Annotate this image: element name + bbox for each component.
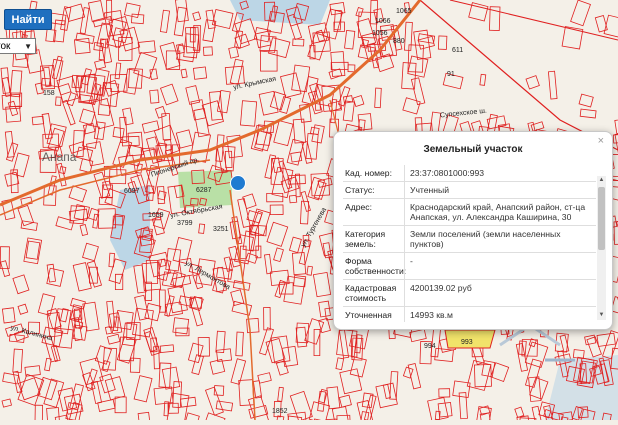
parcel-label: 3251 bbox=[213, 226, 229, 233]
parcel-label: 1065 bbox=[396, 8, 412, 15]
parcel-label: 1852 bbox=[272, 408, 288, 415]
info-value: - bbox=[404, 253, 596, 279]
town-label: Анапа bbox=[42, 150, 76, 164]
info-key: Категория земель: bbox=[343, 226, 404, 252]
parcel-info-popup: Земельный участок × Кад. номер: 23:37:08… bbox=[333, 131, 613, 330]
info-value: 14993 кв.м bbox=[404, 307, 596, 322]
parcel-label: 6097 bbox=[124, 188, 140, 195]
info-row-status: Статус: Учтенный bbox=[343, 182, 596, 199]
parcel-label: 880 bbox=[393, 38, 405, 45]
parcel-label: 1066 bbox=[375, 18, 391, 25]
info-row-land-category: Категория земель: Земли поселений (земли… bbox=[343, 226, 596, 253]
parcel-info-table: Кад. номер: 23:37:0801000:993 Статус: Уч… bbox=[343, 165, 596, 322]
info-key: Кадастровая стоимость bbox=[343, 280, 404, 306]
info-value: 23:37:0801000:993 bbox=[404, 165, 596, 181]
info-key: Форма собственности: bbox=[343, 253, 404, 279]
popup-title: Земельный участок bbox=[334, 144, 612, 155]
search-type-value: ток bbox=[0, 41, 10, 52]
info-row-cad-number: Кад. номер: 23:37:0801000:993 bbox=[343, 165, 596, 182]
popup-scrollbar[interactable]: ▲ ▼ bbox=[597, 176, 606, 320]
parcel-label: 994 bbox=[424, 343, 436, 350]
parcel-label: 1659 bbox=[148, 212, 164, 219]
info-key: Уточненная площадь: bbox=[343, 307, 404, 322]
scroll-down-icon[interactable]: ▼ bbox=[597, 311, 606, 320]
info-value: Земли поселений (земли населенных пункто… bbox=[404, 226, 596, 252]
scroll-up-icon[interactable]: ▲ bbox=[597, 176, 606, 185]
parcel-label: 611 bbox=[452, 47, 463, 54]
info-row-cadastral-value: Кадастровая стоимость 4200139.02 руб bbox=[343, 280, 596, 307]
close-icon[interactable]: × bbox=[598, 135, 604, 147]
info-key: Адрес: bbox=[343, 199, 404, 225]
parcel-label: 158 bbox=[43, 90, 55, 97]
parcel-label: 1056 bbox=[372, 30, 388, 37]
info-value: Краснодарский край, Анапский район, ст-ц… bbox=[404, 199, 596, 225]
search-type-select[interactable]: ток ▼ bbox=[0, 38, 36, 54]
parcel-label: 993 bbox=[461, 339, 473, 346]
parcel-label: 91 bbox=[447, 71, 455, 78]
info-row-address: Адрес: Краснодарский край, Анапский райо… bbox=[343, 199, 596, 226]
parcel-label: 6287 bbox=[196, 187, 212, 194]
info-value: 4200139.02 руб bbox=[404, 280, 596, 306]
location-marker-icon[interactable] bbox=[230, 175, 246, 191]
info-row-ownership: Форма собственности: - bbox=[343, 253, 596, 280]
info-row-area: Уточненная площадь: 14993 кв.м bbox=[343, 307, 596, 322]
find-button[interactable]: Найти bbox=[4, 9, 52, 30]
parcel-label: 3799 bbox=[177, 220, 193, 227]
scroll-thumb[interactable] bbox=[598, 187, 605, 250]
chevron-down-icon: ▼ bbox=[24, 42, 32, 51]
info-key: Кад. номер: bbox=[343, 165, 404, 181]
info-value: Учтенный bbox=[404, 182, 596, 198]
info-key: Статус: bbox=[343, 182, 404, 198]
